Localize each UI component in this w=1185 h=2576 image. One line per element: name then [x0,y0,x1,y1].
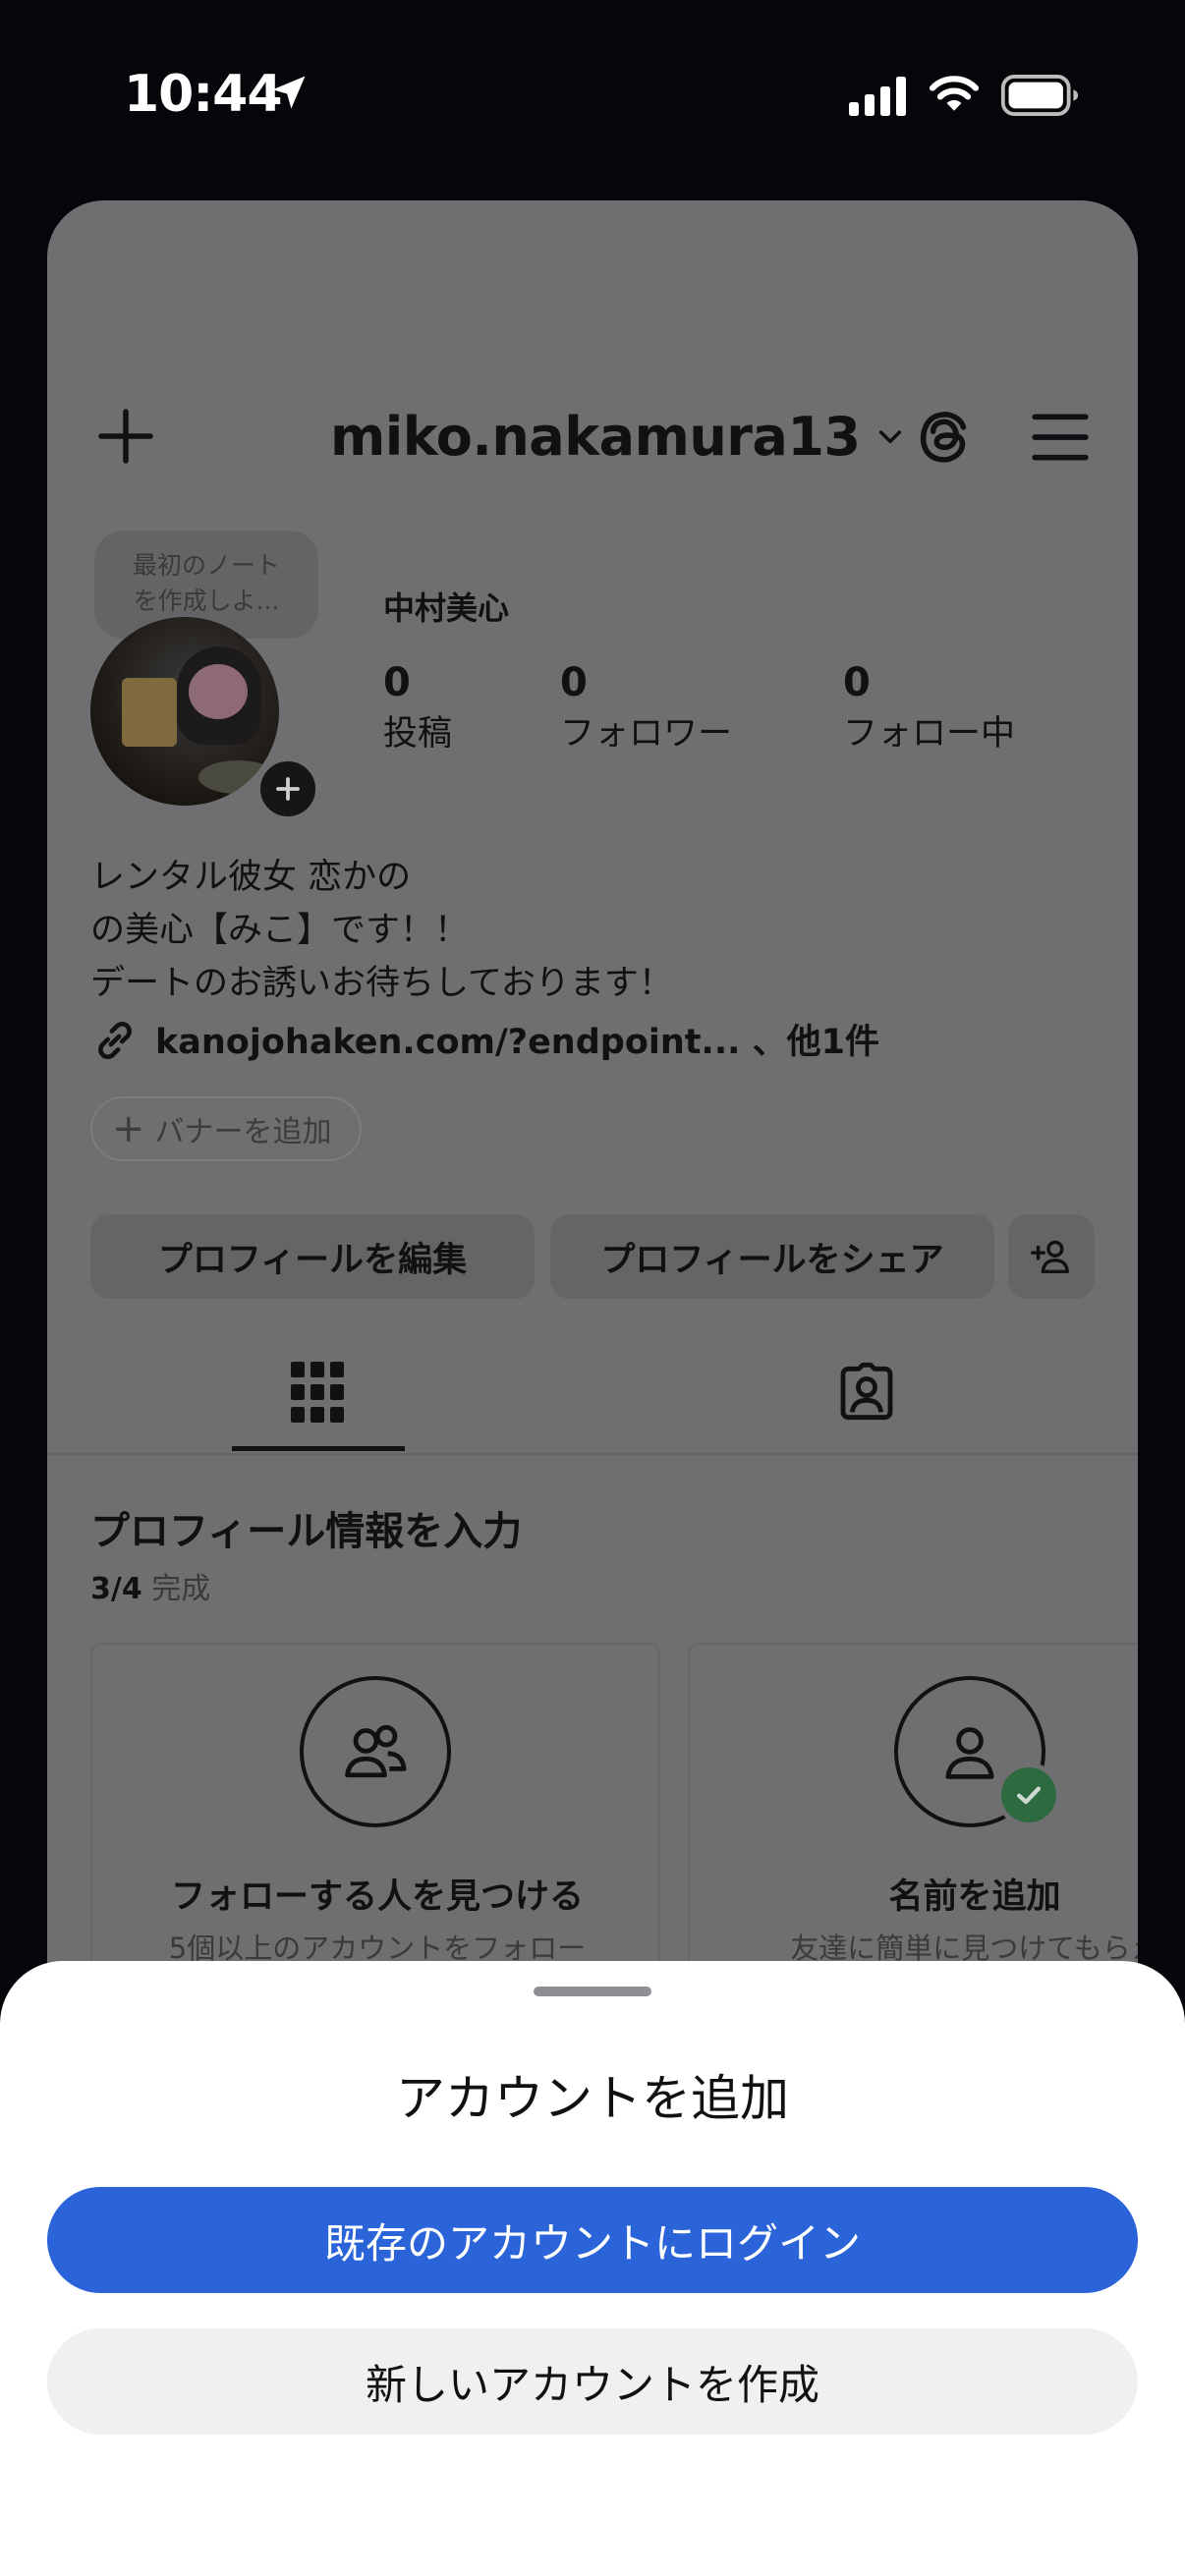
note-line-1: 最初のノート [132,551,280,580]
status-time: 10:44 [124,65,283,124]
bio-line-2: の美心【みこ】です！！ [90,911,470,950]
sheet-grabber[interactable] [534,1987,651,1996]
stat-following[interactable]: 0 フォロー中 [843,660,1015,756]
chevron-down-icon [878,430,901,444]
person-icon [945,1727,994,1779]
cellular-signal-icon [849,77,906,116]
wifi-icon [929,76,980,111]
tab-divider [47,1453,1138,1455]
add-person-icon [1031,1240,1070,1274]
username: miko.nakamura13 [330,405,861,468]
add-account-sheet: アカウントを追加 既存のアカウントにログイン 新しいアカウントを作成 [0,1961,1185,2576]
completed-check-icon [996,1763,1061,1827]
progress-label: 完成 [151,1572,211,1606]
suggestion-card-find-people[interactable]: フォローする人を見つける 5個以上のアカウントをフォロー [90,1643,660,1996]
profile-link[interactable]: kanojohaken.com/?endpoint... 、他1件 [155,1014,879,1064]
avatar[interactable] [90,617,279,806]
plus-icon[interactable] [96,407,155,466]
progress-count: 3/4 [90,1572,142,1606]
bio-line-1: レンタル彼女 恋かの [90,858,412,897]
tagged-icon[interactable] [835,1360,898,1423]
stat-followers-label: フォロワー [560,714,733,754]
menu-icon[interactable] [1030,411,1091,464]
note-line-2: を作成しよ... [133,587,280,615]
share-profile-button[interactable]: プロフィールをシェア [550,1214,994,1299]
plus-icon: + [112,1106,145,1151]
display-name: 中村美心 [383,589,510,627]
discover-people-button[interactable] [1008,1214,1095,1299]
people-icon [345,1724,407,1778]
tab-active-indicator [232,1446,405,1451]
edit-profile-button[interactable]: プロフィールを編集 [90,1214,535,1299]
checkmark-icon [1016,1786,1042,1805]
location-arrow-icon [272,76,306,109]
add-banner-label: バナーを追加 [154,1115,332,1149]
suggestion-icon-circle [300,1676,451,1827]
stat-posts-label: 投稿 [383,714,453,754]
create-new-account-button[interactable]: 新しいアカウントを作成 [47,2328,1138,2435]
stat-posts[interactable]: 0 投稿 [383,660,452,756]
plus-icon [276,777,300,801]
stat-following-count: 0 [843,660,871,705]
battery-icon [1000,75,1079,116]
onboarding-title: プロフィール情報を入力 [90,1509,523,1554]
suggestion-title: フォローする人を見つける [170,1877,584,1917]
link-icon [98,1021,132,1060]
stat-followers[interactable]: 0 フォロワー [560,660,732,756]
screen: 10:44 miko.nakamura13 最初のノート を作成しよ... 中村… [0,0,1185,2576]
suggestion-card-add-name[interactable]: 名前を追加 友達に簡単に見つけてもらえ [688,1643,1138,1996]
stat-posts-count: 0 [383,660,411,705]
sheet-title: アカウントを追加 [396,2070,789,2127]
stat-following-label: フォロー中 [843,714,1016,754]
add-story-button[interactable] [254,755,322,823]
stat-followers-count: 0 [560,660,588,705]
bio-line-3: デートのお誘いお待ちしております！ [90,964,673,1003]
avatar-face [189,664,248,719]
status-bar: 10:44 [0,0,1185,196]
suggestion-title: 名前を追加 [888,1877,1061,1917]
onboarding-progress: 3/4 完成 [90,1564,210,1607]
account-switcher[interactable]: miko.nakamura13 [330,403,906,470]
login-existing-account-button[interactable]: 既存のアカウントにログイン [47,2187,1138,2293]
avatar-beer-mug [122,678,177,747]
threads-icon[interactable] [912,405,977,470]
add-banner-chip[interactable]: + バナーを追加 [90,1096,362,1161]
bio: レンタル彼女 恋かの の美心【みこ】です！！ デートのお誘いお待ちしております！ [90,851,673,1010]
grid-icon[interactable] [291,1362,344,1423]
